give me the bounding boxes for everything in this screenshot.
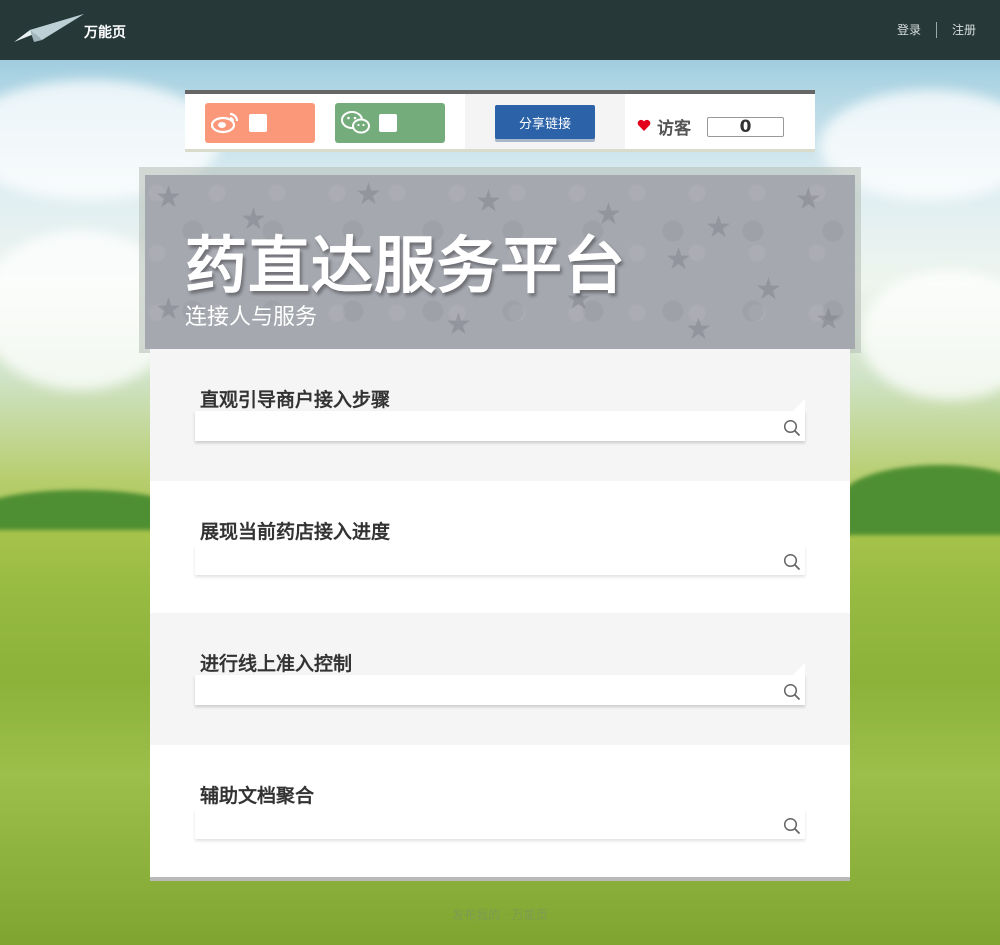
search-icon[interactable] xyxy=(783,683,801,705)
banner-title: 药直达服务平台 xyxy=(185,229,627,302)
share-link-button[interactable]: 分享链接 xyxy=(495,105,595,139)
wechat-share-option[interactable] xyxy=(335,103,445,143)
banner-subtitle: 连接人与服务 xyxy=(185,305,318,330)
search-icon[interactable] xyxy=(783,553,801,575)
search-box[interactable] xyxy=(195,809,805,839)
logo[interactable]: 万能页 xyxy=(12,12,126,44)
search-box[interactable] xyxy=(195,545,805,575)
feature-list: 直观引导商户接入步骤 展现当前药店接入进度 进行线上准入控制 辅助文档聚合 xyxy=(150,349,850,881)
search-input[interactable] xyxy=(195,809,765,839)
heart-icon xyxy=(637,117,651,136)
star-decoration: ★ xyxy=(445,307,472,342)
visitor-label: 访客 xyxy=(657,119,691,139)
weibo-checkbox[interactable] xyxy=(249,114,267,132)
star-decoration: ★ xyxy=(685,312,712,347)
feature-section: 直观引导商户接入步骤 xyxy=(150,349,850,481)
section-heading: 进行线上准入控制 xyxy=(200,653,353,675)
feature-section: 展现当前药店接入进度 xyxy=(150,481,850,613)
register-link[interactable]: 注册 xyxy=(952,21,976,38)
feature-section: 辅助文档聚合 xyxy=(150,745,850,877)
star-decoration: ★ xyxy=(665,242,692,277)
feature-section: 进行线上准入控制 xyxy=(150,613,850,745)
share-bar: 分享链接 访客 0 xyxy=(185,90,815,152)
star-decoration: ★ xyxy=(155,292,182,327)
footer-link[interactable]: 发布我的 · 万能页 xyxy=(0,906,1000,923)
logo-text: 万能页 xyxy=(84,25,126,41)
star-decoration: ★ xyxy=(475,184,502,219)
weibo-icon xyxy=(210,110,239,138)
background-cloud xyxy=(860,270,1000,400)
section-heading: 辅助文档聚合 xyxy=(200,785,315,807)
search-icon[interactable] xyxy=(783,817,801,839)
star-decoration: ★ xyxy=(705,210,732,245)
search-input[interactable] xyxy=(195,675,765,705)
star-decoration: ★ xyxy=(755,272,782,307)
background-hill xyxy=(840,465,1000,535)
top-navigation-bar: 万能页 登录 注册 xyxy=(0,0,1000,60)
section-heading: 展现当前药店接入进度 xyxy=(200,521,391,543)
divider xyxy=(935,21,937,38)
auth-links: 登录 注册 xyxy=(897,21,976,38)
visitor-count: 0 xyxy=(707,116,784,137)
weibo-share-option[interactable] xyxy=(205,103,315,143)
star-decoration: ★ xyxy=(355,177,382,212)
wechat-icon xyxy=(341,110,371,140)
corner-fold xyxy=(793,663,805,675)
search-box[interactable] xyxy=(195,399,805,441)
star-decoration: ★ xyxy=(155,180,182,215)
section-heading: 直观引导商户接入步骤 xyxy=(200,389,391,411)
paper-plane-icon xyxy=(14,14,84,42)
banner: ★ ★ ★ ★ ★ ★ ★ ★ ★ ★ ★ ★ ★ ★ 药直达服务平台 连接人与… xyxy=(145,175,855,349)
visitor-counter: 访客 0 xyxy=(637,114,784,139)
star-decoration: ★ xyxy=(795,182,822,217)
search-input[interactable] xyxy=(195,545,765,575)
search-box[interactable] xyxy=(195,663,805,705)
search-input[interactable] xyxy=(195,411,765,441)
share-link-area: 分享链接 xyxy=(465,94,625,149)
search-icon[interactable] xyxy=(783,419,801,441)
login-link[interactable]: 登录 xyxy=(897,21,921,38)
corner-fold xyxy=(793,399,805,411)
star-decoration: ★ xyxy=(815,302,842,337)
wechat-checkbox[interactable] xyxy=(379,114,397,132)
